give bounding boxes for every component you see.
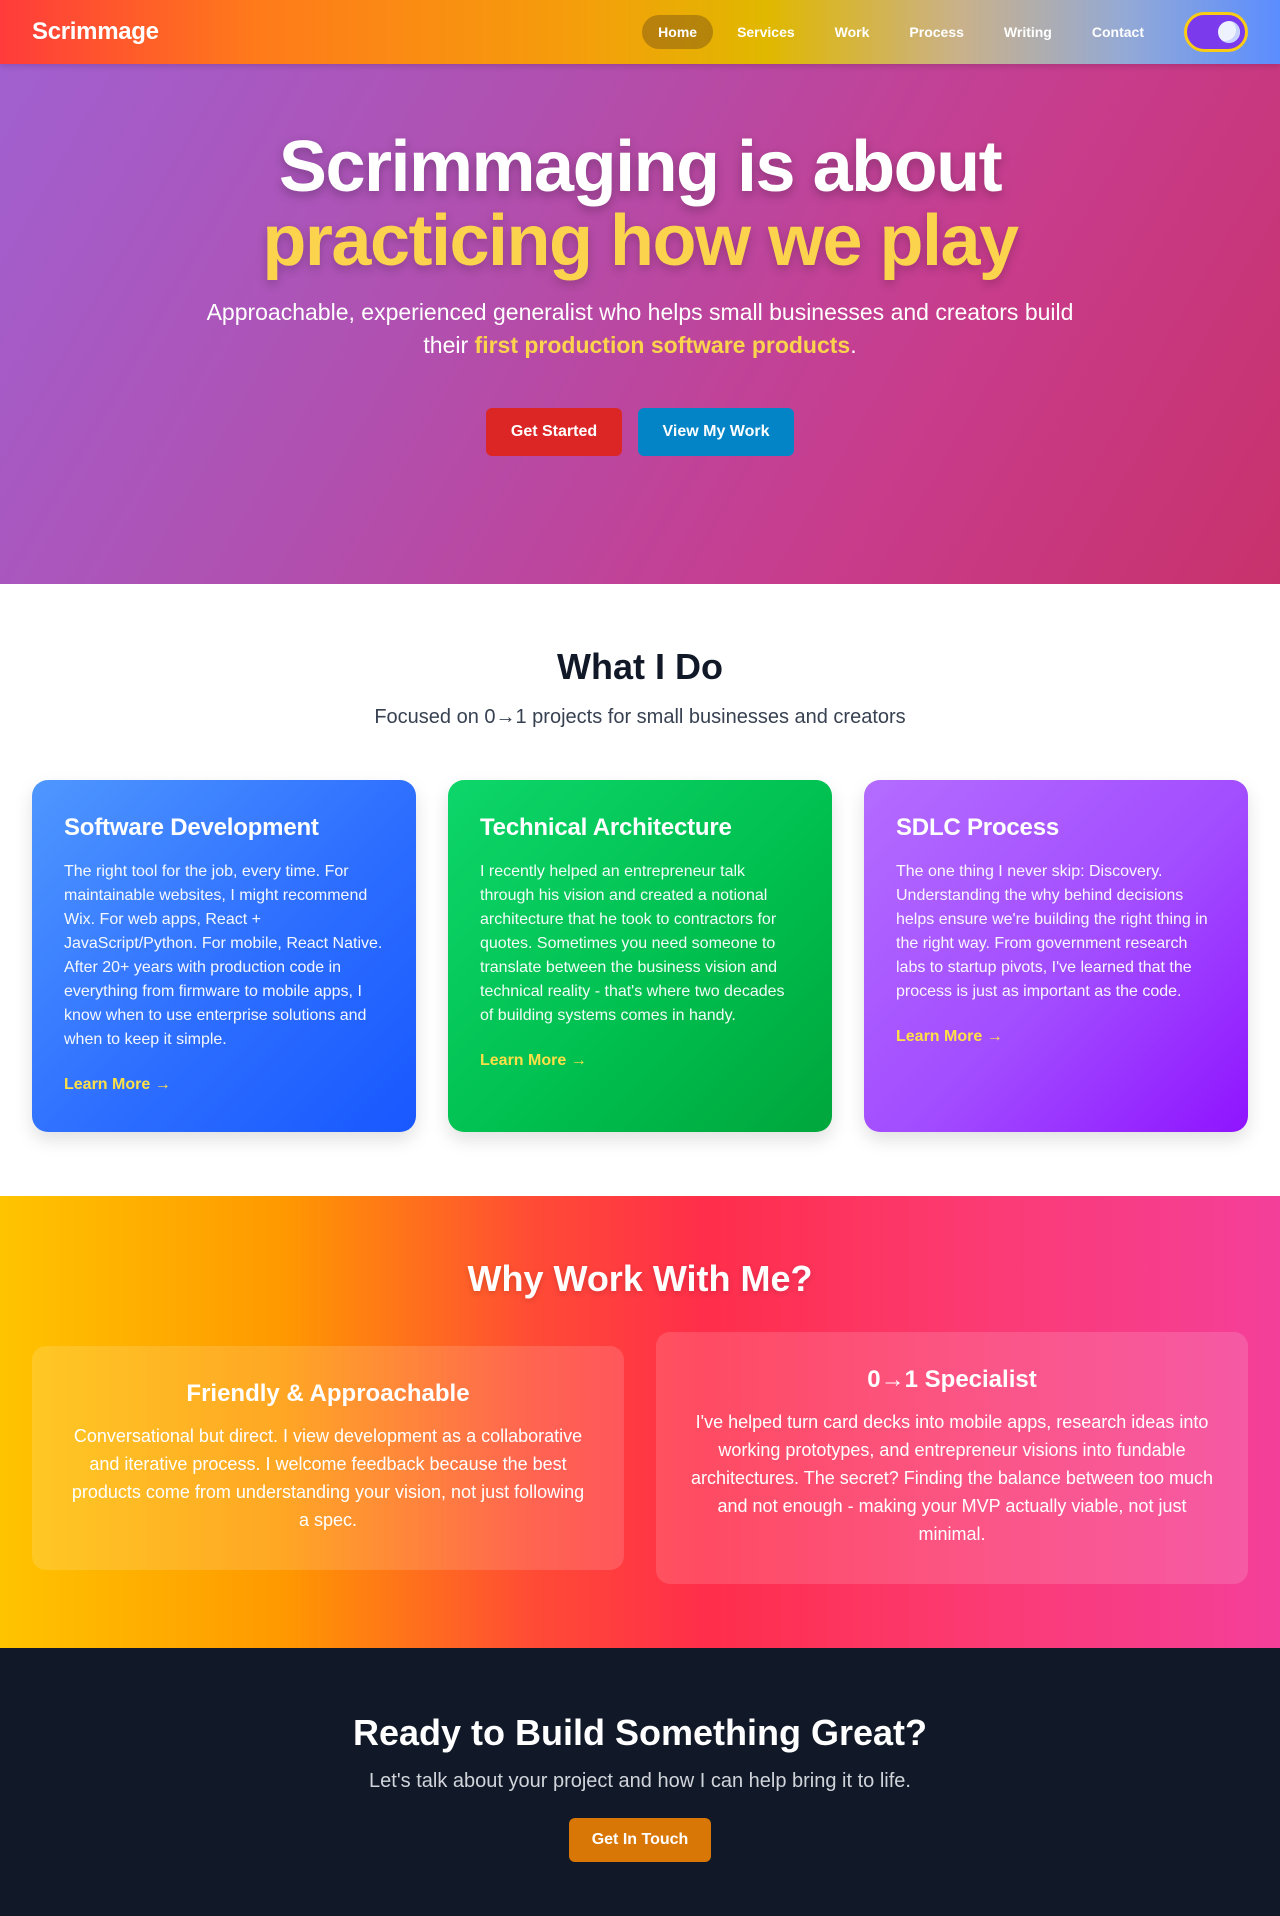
learn-more-link[interactable]: Learn More → xyxy=(480,1052,800,1070)
nav-links: Home Services Work Process Writing Conta… xyxy=(642,15,1160,49)
nav-item-writing[interactable]: Writing xyxy=(988,15,1068,49)
why-box-title: 0→1 Specialist xyxy=(867,1366,1037,1393)
view-work-button[interactable]: View My Work xyxy=(638,408,794,456)
hero-section: Scrimmaging is about practicing how we p… xyxy=(0,64,1280,584)
card-title: Technical Architecture xyxy=(480,814,732,841)
service-card-technical-architecture: Technical Architecture I recently helped… xyxy=(448,780,832,1132)
learn-more-link[interactable]: Learn More → xyxy=(64,1076,384,1094)
cta-subtitle: Let's talk about your project and how I … xyxy=(369,1770,911,1792)
moon-icon xyxy=(1218,21,1240,43)
nav-item-process[interactable]: Process xyxy=(893,15,979,49)
why-box-text: Conversational but direct. I view develo… xyxy=(71,1426,585,1530)
hero-subtitle: Approachable, experienced generalist who… xyxy=(190,296,1090,362)
get-in-touch-button[interactable]: Get In Touch xyxy=(569,1818,711,1862)
card-text: I recently helped an entrepreneur talk t… xyxy=(480,863,785,1024)
services-subtitle: Focused on 0→1 projects for small busine… xyxy=(374,706,906,728)
learn-more-link[interactable]: Learn More → xyxy=(896,1028,1216,1046)
get-started-button[interactable]: Get Started xyxy=(486,408,622,456)
service-cards: Software Development The right tool for … xyxy=(32,780,1248,1132)
cta-title: Ready to Build Something Great? xyxy=(352,1712,928,1753)
service-card-sdlc-process: SDLC Process The one thing I never skip:… xyxy=(864,780,1248,1132)
card-title: Software Development xyxy=(64,814,319,841)
nav-item-work[interactable]: Work xyxy=(819,15,886,49)
hero-title-line2: practicing how we play xyxy=(262,201,1019,281)
nav-item-services[interactable]: Services xyxy=(721,15,811,49)
why-box-friendly: Friendly & Approachable Conversational b… xyxy=(32,1346,624,1570)
why-section: Why Work With Me? Friendly & Approachabl… xyxy=(0,1196,1280,1648)
hero-title-line1: Scrimmaging is about xyxy=(278,127,1003,207)
hero-subtitle-end: . xyxy=(850,332,857,358)
card-text: The right tool for the job, every time. … xyxy=(64,863,383,1048)
theme-toggle[interactable] xyxy=(1184,12,1248,52)
top-navbar: Scrimmage Home Services Work Process Wri… xyxy=(0,0,1280,64)
why-box-specialist: 0→1 Specialist I've helped turn card dec… xyxy=(656,1332,1248,1584)
cta-section: Ready to Build Something Great? Let's ta… xyxy=(0,1648,1280,1916)
brand-logo[interactable]: Scrimmage xyxy=(32,18,159,46)
nav-item-home[interactable]: Home xyxy=(642,15,714,49)
why-box-title: Friendly & Approachable xyxy=(186,1380,470,1407)
services-title: What I Do xyxy=(557,646,723,687)
why-box-text: I've helped turn card decks into mobile … xyxy=(691,1412,1213,1544)
nav-item-contact[interactable]: Contact xyxy=(1076,15,1160,49)
service-card-software-development: Software Development The right tool for … xyxy=(32,780,416,1132)
hero-buttons: Get Started View My Work xyxy=(0,408,1280,456)
why-title: Why Work With Me? xyxy=(467,1258,813,1299)
services-section: What I Do Focused on 0→1 projects for sm… xyxy=(0,584,1280,1196)
card-text: The one thing I never skip: Discovery. U… xyxy=(896,863,1208,1000)
hero-subtitle-highlight: first production software products xyxy=(474,332,851,358)
card-title: SDLC Process xyxy=(896,814,1059,841)
